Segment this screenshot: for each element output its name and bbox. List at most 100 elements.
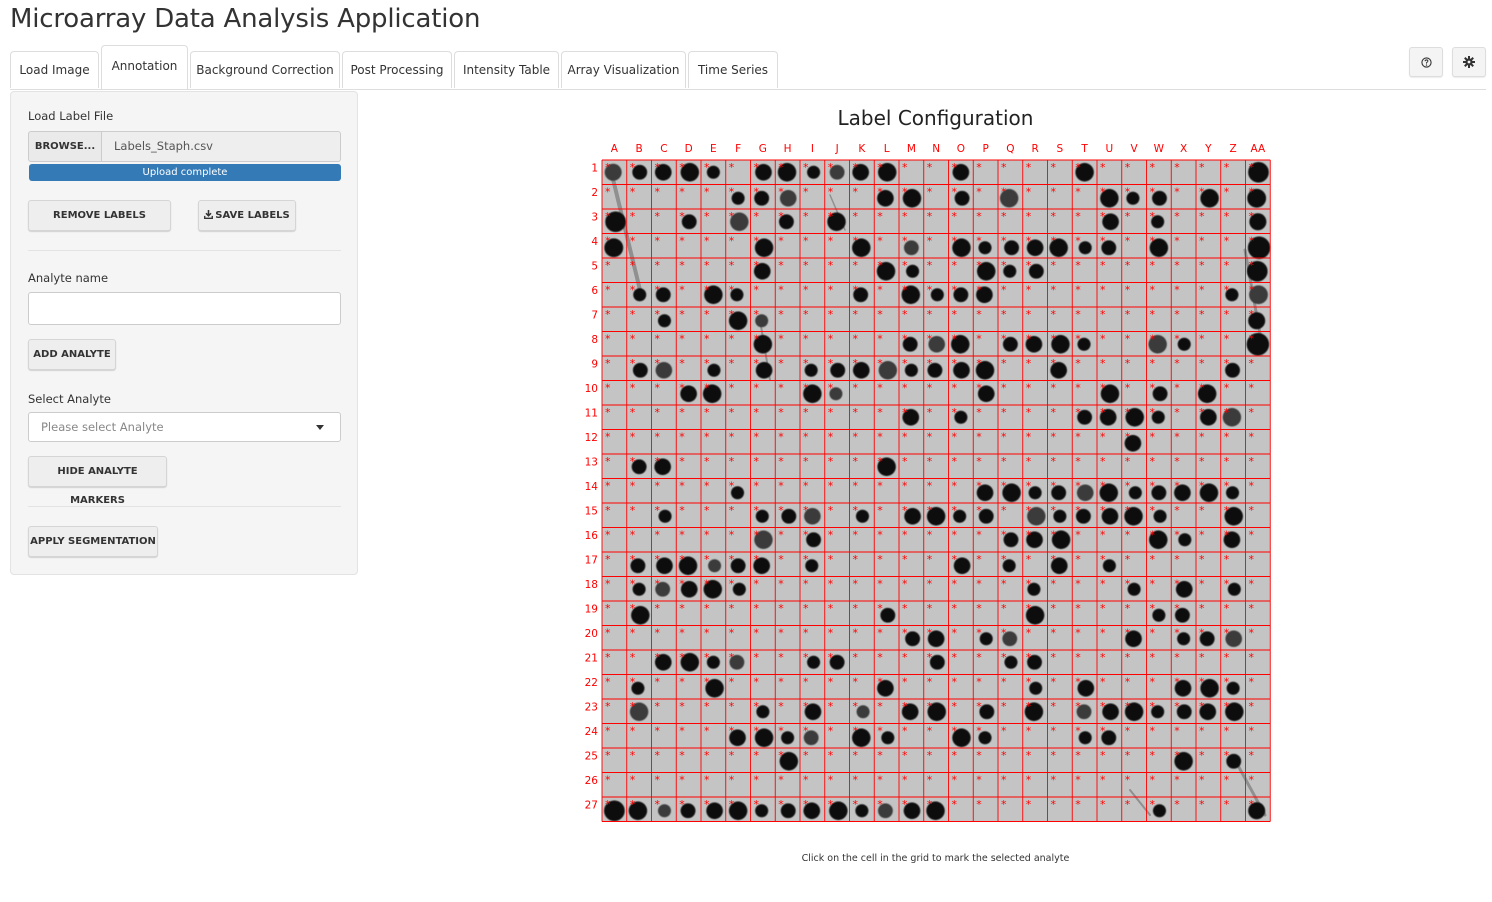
grid-cell[interactable] xyxy=(899,528,924,553)
grid-cell[interactable] xyxy=(1048,528,1073,553)
grid-cell[interactable] xyxy=(1072,503,1097,528)
grid-cell[interactable] xyxy=(1171,577,1196,602)
grid-cell[interactable] xyxy=(924,699,949,724)
grid-cell[interactable] xyxy=(899,699,924,724)
grid-cell[interactable] xyxy=(602,503,627,528)
grid-cell[interactable] xyxy=(874,381,899,406)
grid-cell[interactable] xyxy=(1072,601,1097,626)
grid-cell[interactable] xyxy=(1048,405,1073,430)
grid-cell[interactable] xyxy=(602,381,627,406)
grid-cell[interactable] xyxy=(602,209,627,234)
grid-cell[interactable] xyxy=(800,356,825,381)
grid-cell[interactable] xyxy=(973,430,998,455)
grid-cell[interactable] xyxy=(652,209,677,234)
grid-cell[interactable] xyxy=(949,332,974,357)
grid-cell[interactable] xyxy=(1246,405,1271,430)
grid-cell[interactable] xyxy=(1072,185,1097,210)
grid-cell[interactable] xyxy=(775,552,800,577)
grid-cell[interactable] xyxy=(627,209,652,234)
grid-cell[interactable] xyxy=(899,209,924,234)
grid-cell[interactable] xyxy=(726,748,751,773)
grid-cell[interactable] xyxy=(676,479,701,504)
grid-cell[interactable] xyxy=(850,748,875,773)
grid-cell[interactable] xyxy=(775,160,800,185)
grid-cell[interactable] xyxy=(874,797,899,822)
grid-cell[interactable] xyxy=(751,356,776,381)
grid-cell[interactable] xyxy=(726,675,751,700)
grid-cell[interactable] xyxy=(676,528,701,553)
grid-cell[interactable] xyxy=(850,699,875,724)
grid-cell[interactable] xyxy=(1221,283,1246,308)
grid-cell[interactable] xyxy=(924,797,949,822)
grid-cell[interactable] xyxy=(1246,503,1271,528)
grid-cell[interactable] xyxy=(899,577,924,602)
grid-cell[interactable] xyxy=(998,650,1023,675)
grid-cell[interactable] xyxy=(652,675,677,700)
grid-cell[interactable] xyxy=(949,699,974,724)
grid-cell[interactable] xyxy=(1221,503,1246,528)
grid-cell[interactable] xyxy=(973,405,998,430)
grid-cell[interactable] xyxy=(1171,160,1196,185)
grid-cell[interactable] xyxy=(874,283,899,308)
grid-cell[interactable] xyxy=(627,258,652,283)
grid-cell[interactable] xyxy=(874,503,899,528)
grid-cell[interactable] xyxy=(874,405,899,430)
grid-cell[interactable] xyxy=(627,528,652,553)
grid-cell[interactable] xyxy=(1171,773,1196,798)
grid-cell[interactable] xyxy=(973,209,998,234)
grid-cell[interactable] xyxy=(751,748,776,773)
grid-cell[interactable] xyxy=(1147,209,1172,234)
grid-cell[interactable] xyxy=(1097,724,1122,749)
grid-cell[interactable] xyxy=(652,307,677,332)
grid-cell[interactable] xyxy=(1122,381,1147,406)
grid-cell[interactable] xyxy=(676,577,701,602)
grid-cell[interactable] xyxy=(1122,503,1147,528)
grid-cell[interactable] xyxy=(998,773,1023,798)
grid-cell[interactable] xyxy=(825,185,850,210)
grid-cell[interactable] xyxy=(1072,748,1097,773)
grid-cell[interactable] xyxy=(1097,160,1122,185)
grid-cell[interactable] xyxy=(850,185,875,210)
grid-cell[interactable] xyxy=(701,454,726,479)
grid-cell[interactable] xyxy=(973,160,998,185)
grid-cell[interactable] xyxy=(652,773,677,798)
grid-cell[interactable] xyxy=(825,283,850,308)
grid-cell[interactable] xyxy=(775,479,800,504)
grid-cell[interactable] xyxy=(924,405,949,430)
grid-cell[interactable] xyxy=(874,332,899,357)
grid-cell[interactable] xyxy=(973,332,998,357)
grid-cell[interactable] xyxy=(701,381,726,406)
grid-cell[interactable] xyxy=(874,650,899,675)
grid-cell[interactable] xyxy=(676,454,701,479)
grid-cell[interactable] xyxy=(701,185,726,210)
grid-cell[interactable] xyxy=(1048,258,1073,283)
grid-cell[interactable] xyxy=(1196,699,1221,724)
grid-cell[interactable] xyxy=(1122,283,1147,308)
grid-cell[interactable] xyxy=(627,773,652,798)
grid-cell[interactable] xyxy=(652,258,677,283)
grid-cell[interactable] xyxy=(751,503,776,528)
grid-cell[interactable] xyxy=(652,454,677,479)
grid-cell[interactable] xyxy=(1072,258,1097,283)
grid-cell[interactable] xyxy=(1097,797,1122,822)
grid-cell[interactable] xyxy=(800,650,825,675)
grid-cell[interactable] xyxy=(850,650,875,675)
grid-cell[interactable] xyxy=(1246,381,1271,406)
grid-cell[interactable] xyxy=(1072,234,1097,259)
grid-cell[interactable] xyxy=(1048,748,1073,773)
grid-cell[interactable] xyxy=(850,381,875,406)
grid-cell[interactable] xyxy=(1147,626,1172,651)
grid-cell[interactable] xyxy=(1122,185,1147,210)
grid-cell[interactable] xyxy=(602,528,627,553)
grid-cell[interactable] xyxy=(1048,307,1073,332)
grid-cell[interactable] xyxy=(899,234,924,259)
grid-cell[interactable] xyxy=(701,307,726,332)
grid-cell[interactable] xyxy=(1196,577,1221,602)
grid-cell[interactable] xyxy=(1147,430,1172,455)
grid-cell[interactable] xyxy=(874,577,899,602)
grid-cell[interactable] xyxy=(1171,283,1196,308)
grid-cell[interactable] xyxy=(973,258,998,283)
grid-cell[interactable] xyxy=(726,209,751,234)
grid-cell[interactable] xyxy=(1221,626,1246,651)
grid-cell[interactable] xyxy=(874,528,899,553)
